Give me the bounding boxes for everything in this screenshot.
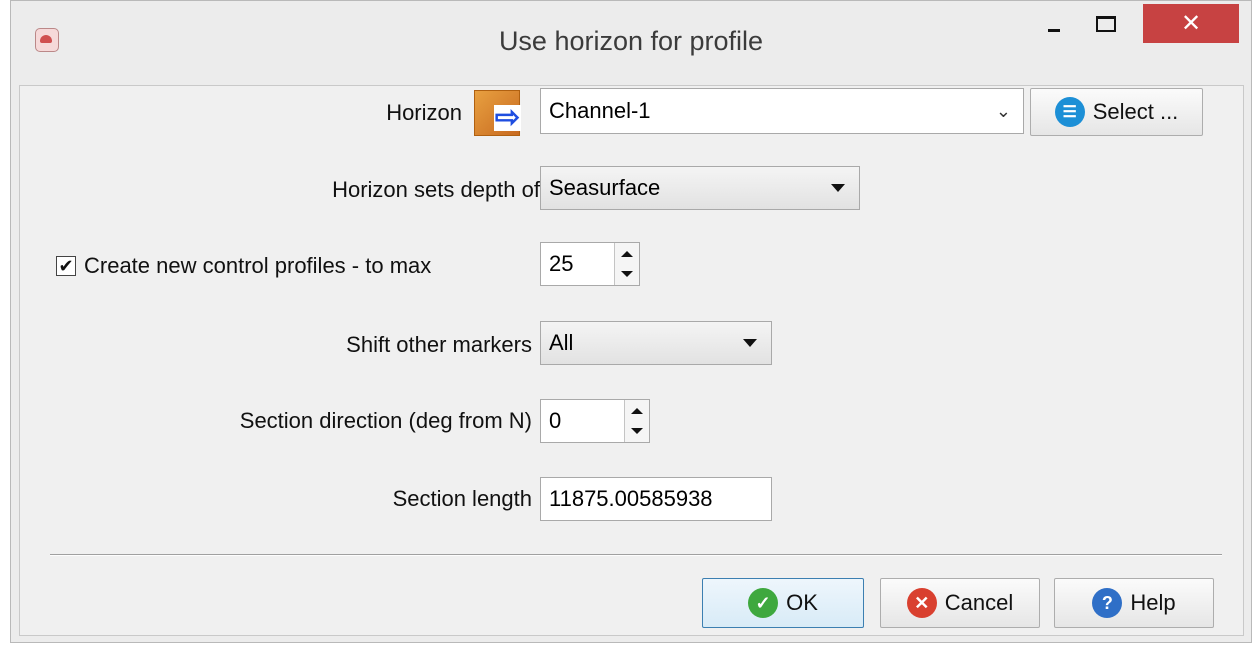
spinner-buttons[interactable] [614,243,639,285]
horizon-value: Channel-1 [549,98,651,123]
spin-down-icon[interactable] [631,428,643,434]
section-direction-spinner[interactable]: 0 [540,399,650,443]
select-button[interactable]: ☰ Select ... [1030,88,1203,136]
dropdown-arrow-icon [831,184,845,192]
sets-depth-select[interactable]: Seasurface [540,166,860,210]
check-icon: ✓ [748,588,779,618]
help-button[interactable]: ? Help [1054,578,1214,628]
ok-button[interactable]: ✓ OK [702,578,864,628]
spin-up-icon[interactable] [631,408,643,414]
dialog-content: Horizon ⇨ Channel-1 ⌄ ☰ Select ... Horiz… [19,85,1244,636]
list-icon: ☰ [1054,97,1085,127]
section-direction-value: 0 [549,408,562,433]
dialog-window: Use horizon for profile ✕ Horizon ⇨ Chan… [10,0,1252,643]
cancel-button-label: Cancel [944,590,1014,615]
select-button-label: Select ... [1092,99,1179,124]
dropdown-arrow-icon [743,339,757,347]
cancel-button[interactable]: ✕ Cancel [880,578,1040,628]
section-length-label: Section length [392,486,532,511]
ok-button-label: OK [786,590,818,615]
section-direction-label: Section direction (deg from N) [239,408,532,433]
close-icon: ✕ [1180,10,1202,37]
horizon-combo[interactable]: Channel-1 ⌄ [540,88,1024,134]
spinner-buttons[interactable] [624,400,649,442]
horizon-arrow-icon: ⇨ [474,90,521,136]
shift-markers-value: All [549,330,574,355]
horizon-label: Horizon [386,100,462,125]
section-length-value: 11875.00585938 [549,486,713,511]
spin-down-icon[interactable] [621,271,633,277]
checkmark-icon: ✔ [58,255,74,276]
control-profiles-value: 25 [549,251,574,276]
spin-up-icon[interactable] [621,251,633,257]
sets-depth-value: Seasurface [549,175,661,200]
close-button[interactable]: ✕ [1143,4,1239,43]
control-profiles-spinner[interactable]: 25 [540,242,640,286]
maximize-button[interactable] [1083,4,1129,43]
minimize-button[interactable] [1031,4,1077,43]
shift-markers-select[interactable]: All [540,321,772,365]
help-button-label: Help [1130,590,1176,615]
cancel-icon: ✕ [906,588,937,618]
control-profiles-checkbox[interactable]: ✔ [56,256,76,276]
footer-separator-highlight [50,555,1222,556]
help-icon: ? [1092,588,1123,618]
control-profiles-label: Create new control profiles - to max [84,253,432,278]
title-bar[interactable]: Use horizon for profile ✕ [11,1,1251,85]
section-length-input[interactable]: 11875.00585938 [540,477,772,521]
maximize-icon [1096,15,1116,32]
sets-depth-label: Horizon sets depth of [332,177,540,202]
chevron-down-icon: ⌄ [995,101,1011,121]
shift-markers-label: Shift other markers [346,332,532,357]
minimize-icon [1048,29,1060,32]
